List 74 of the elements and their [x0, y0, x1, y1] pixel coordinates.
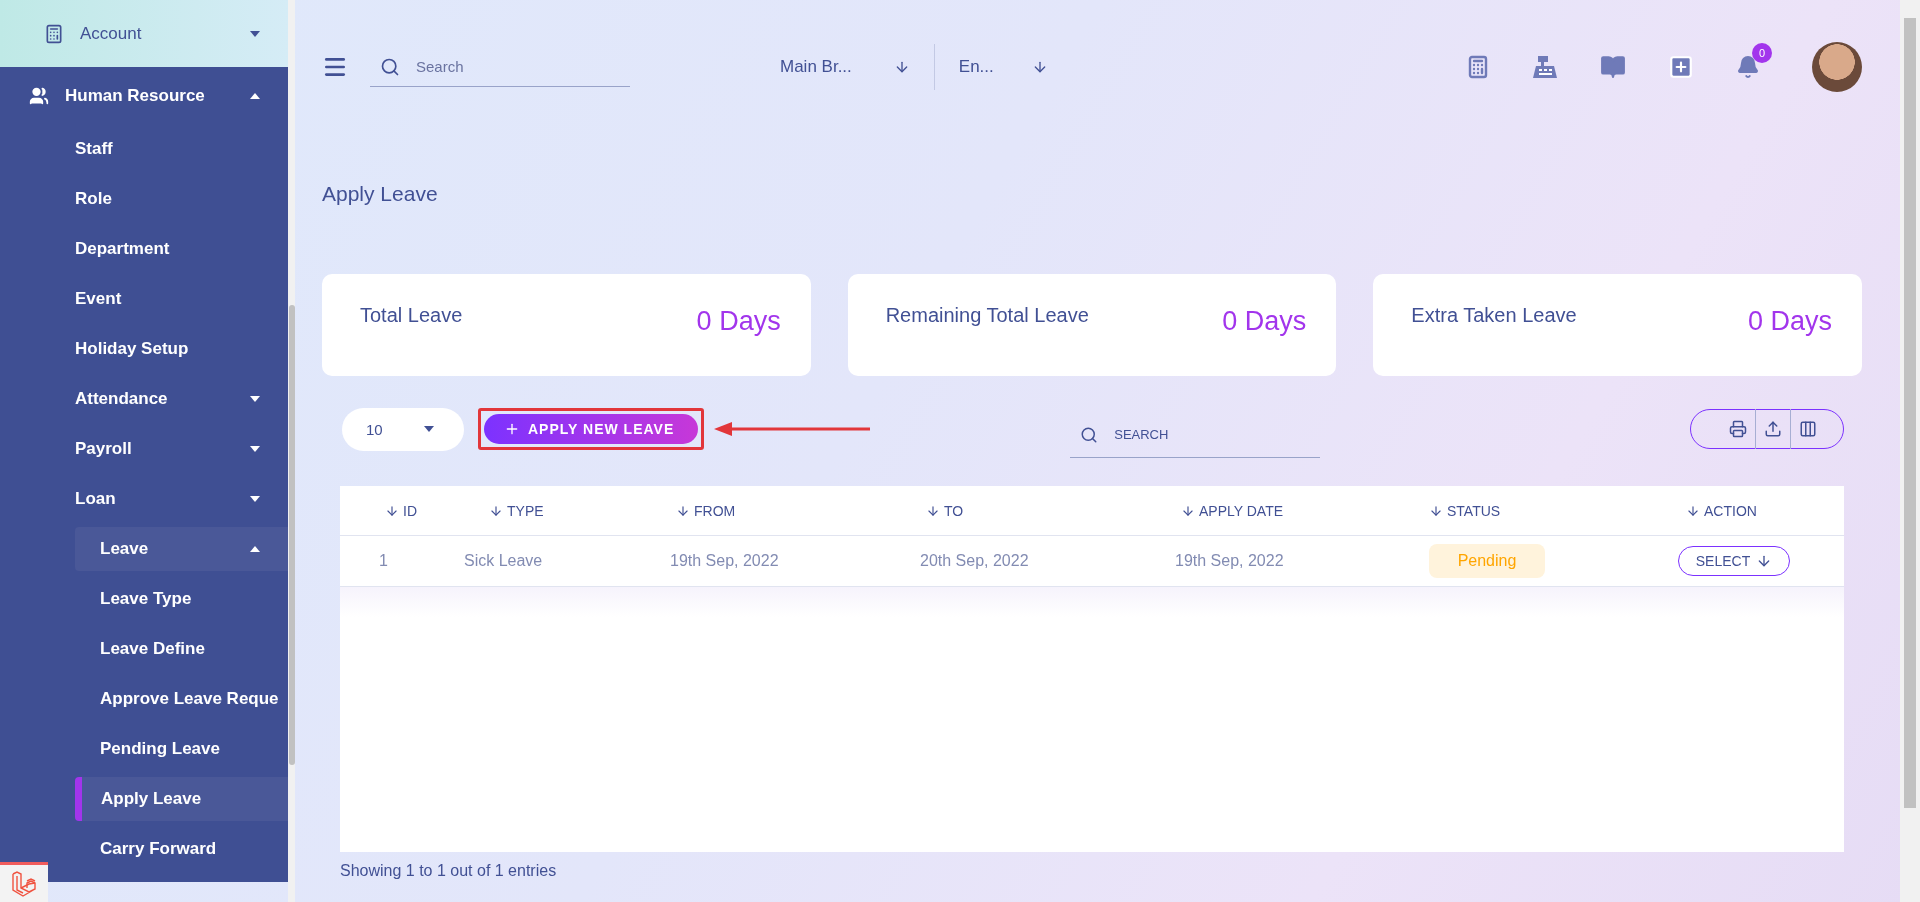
table-cell: Sick Leave — [464, 552, 543, 570]
stat-value: 0 Days — [1747, 306, 1832, 338]
table-cell: 19th Sep, 2022 — [1175, 552, 1284, 570]
sidebar-item[interactable]: Event — [75, 274, 288, 324]
sort-arrow-icon — [1429, 503, 1443, 518]
caret-icon — [250, 546, 260, 552]
select-button[interactable]: SELECT — [1678, 546, 1790, 576]
table-cell: 19th Sep, 2022 — [670, 552, 779, 570]
plus-square-icon[interactable] — [1668, 54, 1694, 80]
column-header[interactable]: TYPE — [489, 502, 676, 519]
sort-arrow-icon — [1181, 503, 1195, 518]
calculator-icon — [44, 23, 64, 44]
page-title: Apply Leave — [322, 182, 439, 207]
column-header[interactable]: STATUS — [1429, 502, 1686, 519]
stat-value: 0 Days — [1222, 306, 1307, 338]
scrollbar[interactable] — [1900, 0, 1920, 902]
sort-arrow-icon — [489, 503, 503, 518]
apply-new-leave-button[interactable]: APPLY NEW LEAVE — [484, 414, 699, 444]
sidebar-item[interactable]: Account — [0, 0, 288, 67]
table-cell: 1 — [379, 552, 388, 570]
caret-icon — [250, 30, 260, 37]
sidebar-item[interactable]: Role — [75, 174, 288, 224]
sort-arrow-icon — [1686, 503, 1700, 518]
branch-dropdown[interactable]: Main Br... — [780, 57, 910, 77]
book-icon[interactable] — [1600, 54, 1626, 80]
status-badge: Pending — [1429, 544, 1545, 578]
sidebar-item[interactable]: Approve Leave Reque — [75, 674, 288, 724]
sidebar-item[interactable]: Pending Leave — [75, 724, 288, 774]
users-icon — [29, 85, 49, 106]
stat-label: Remaining Total Leave — [885, 304, 1089, 328]
cash-register-icon[interactable] — [1532, 55, 1558, 79]
stat-label: Extra Taken Leave — [1411, 304, 1577, 328]
language-dropdown[interactable]: En... — [958, 57, 1048, 77]
sidebar-item[interactable]: Attendance — [75, 374, 288, 424]
sidebar-item[interactable]: Department — [75, 224, 288, 274]
page-size-dropdown[interactable]: 10 — [342, 407, 464, 451]
sidebar-item[interactable]: Leave Define — [75, 624, 288, 674]
caret-icon — [250, 396, 260, 402]
scrollbar[interactable] — [288, 0, 295, 902]
column-header[interactable]: FROM — [676, 502, 926, 519]
column-header[interactable]: ID — [385, 502, 489, 519]
column-header[interactable]: TO — [926, 502, 1181, 519]
avatar[interactable] — [1812, 42, 1862, 92]
entries-info: Showing 1 to 1 out of 1 entries — [340, 862, 558, 880]
table-cell: 20th Sep, 2022 — [920, 552, 1029, 570]
caret-icon — [250, 446, 260, 452]
sort-arrow-icon — [385, 503, 399, 518]
table-search-field[interactable]: SEARCH — [1112, 426, 1293, 443]
columns-icon — [1799, 420, 1817, 438]
upload-icon — [1764, 420, 1782, 438]
sidebar-item[interactable]: Apply Leave — [75, 777, 288, 821]
cube-logo-icon[interactable] — [0, 862, 48, 902]
sidebar-item[interactable]: Loan — [75, 474, 288, 524]
sidebar-item[interactable]: Leave — [75, 527, 288, 571]
sidebar-item[interactable]: Payroll — [75, 424, 288, 474]
stat-label: Total Leave — [360, 304, 463, 328]
caret-icon — [250, 496, 260, 502]
caret-icon — [424, 426, 434, 432]
search-icon — [1080, 425, 1099, 444]
bell-icon[interactable] — [1736, 55, 1760, 79]
printer-icon — [1729, 420, 1747, 438]
caret-icon — [250, 92, 260, 99]
sidebar-item[interactable]: Staff — [75, 124, 288, 174]
calculator-icon[interactable] — [1466, 55, 1490, 79]
column-header[interactable]: ACTION — [1686, 502, 1844, 519]
column-header[interactable]: APPLY DATE — [1181, 502, 1429, 519]
sidebar-item[interactable]: Leave Type — [75, 574, 288, 624]
notification-badge: 0 — [1752, 43, 1772, 63]
sidebar-item[interactable]: Carry Forward — [75, 824, 288, 874]
search-icon — [380, 56, 400, 77]
plus-icon — [504, 421, 520, 437]
sidebar-item[interactable]: Holiday Setup — [75, 324, 288, 374]
search-field[interactable]: Search — [414, 57, 594, 76]
stat-value: 0 Days — [696, 306, 781, 338]
